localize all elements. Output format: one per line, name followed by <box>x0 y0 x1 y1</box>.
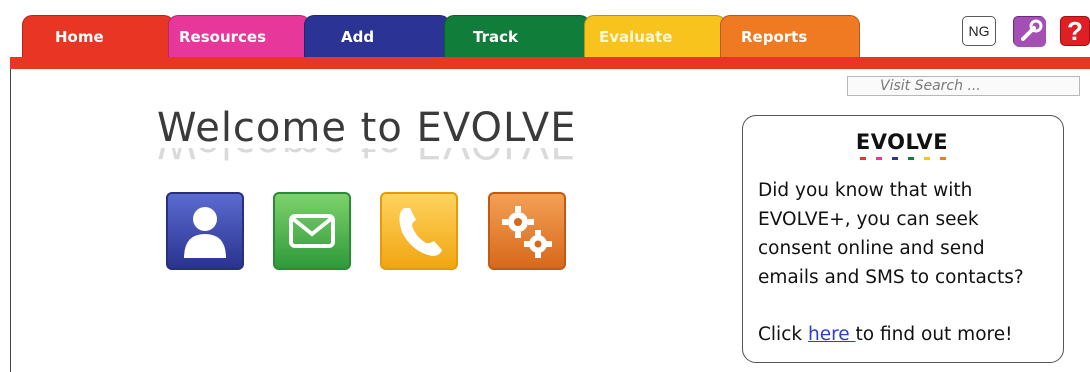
evolve-logo: EVOLVE <box>855 130 949 154</box>
tab-add-label: Add <box>341 28 375 46</box>
visit-search-input[interactable] <box>847 76 1080 96</box>
wrench-icon[interactable] <box>1013 16 1046 47</box>
main-nav-tabs: Home Resources Add Track Evaluate Report… <box>0 0 1090 58</box>
tab-underline-bar <box>10 57 1090 69</box>
find-out-more-link[interactable]: here <box>808 324 856 345</box>
tab-track[interactable]: Track <box>444 15 590 57</box>
user-initials-button[interactable]: NG <box>962 16 996 46</box>
phone-icon[interactable] <box>380 192 458 270</box>
email-icon[interactable] <box>273 192 351 270</box>
help-icon[interactable]: ? <box>1060 16 1090 46</box>
info-line-1: Did you know that with <box>758 180 973 201</box>
evolve-logo-dots <box>860 157 946 160</box>
tab-resources-label: Resources <box>179 28 267 46</box>
info-line-2: EVOLVE+, you can seek <box>758 209 979 230</box>
info-line-3: consent online and send <box>758 238 985 259</box>
welcome-title: Welcome to EVOLVE <box>157 105 577 151</box>
welcome-title-reflection: Welcome to EVOLVE <box>157 148 597 166</box>
contacts-icon[interactable] <box>166 192 244 270</box>
info-text: Did you know that with EVOLVE+, you can … <box>758 176 1058 349</box>
tab-home[interactable]: Home <box>22 15 174 57</box>
tab-evaluate-label: Evaluate <box>599 28 673 46</box>
settings-icon[interactable] <box>488 192 566 270</box>
tab-add[interactable]: Add <box>304 15 450 57</box>
tab-reports-label: Reports <box>741 28 808 46</box>
tab-reports[interactable]: Reports <box>720 15 860 57</box>
info-line-4: emails and SMS to contacts? <box>758 267 1024 288</box>
tab-track-label: Track <box>473 28 518 46</box>
tab-home-label: Home <box>55 28 104 46</box>
info-cta-suffix: to find out more! <box>855 324 1013 345</box>
tab-resources[interactable]: Resources <box>168 15 310 57</box>
tab-evaluate[interactable]: Evaluate <box>584 15 726 57</box>
info-cta: Click here to find out more! <box>758 320 1058 349</box>
info-cta-prefix: Click <box>758 324 808 345</box>
